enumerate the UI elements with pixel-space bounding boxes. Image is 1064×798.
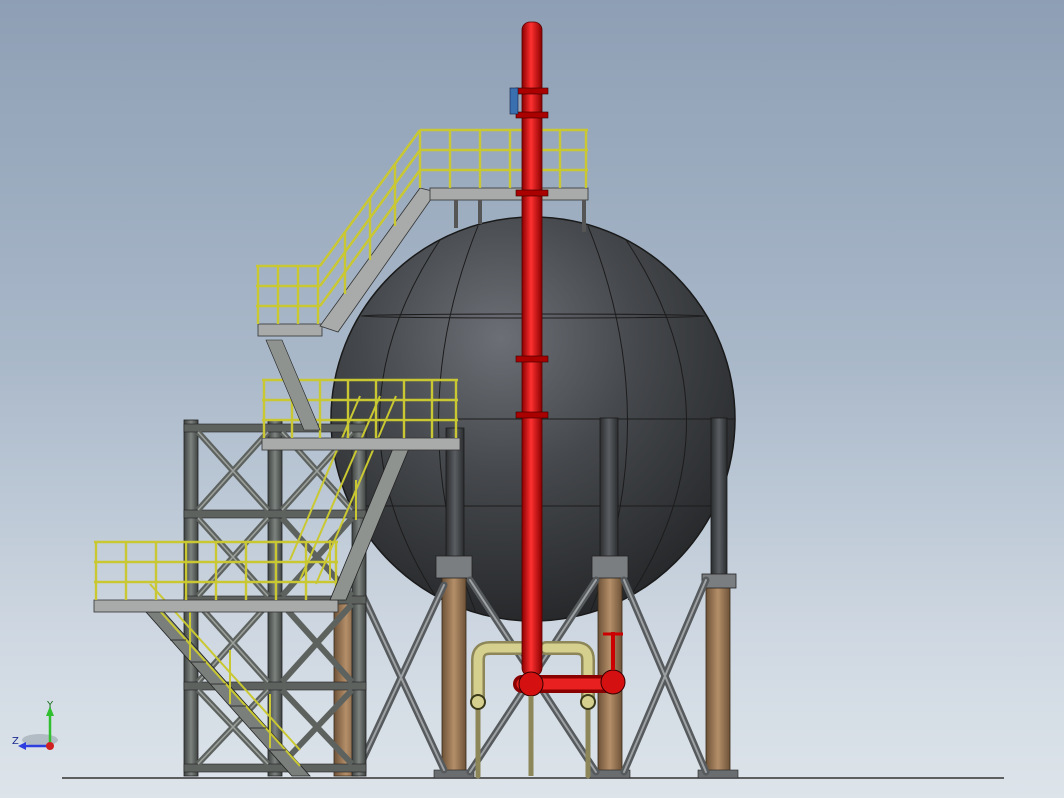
triad-z-label: Z	[12, 736, 19, 747]
cad-viewport[interactable]: Y Z	[0, 0, 1064, 798]
top-platform[interactable]	[418, 128, 589, 232]
triad-y-label: Y	[46, 700, 54, 711]
triad-z-arrow	[18, 742, 26, 750]
triad-x-axis	[46, 742, 54, 750]
axis-triad: Y Z	[12, 700, 58, 750]
upper-landing[interactable]	[256, 264, 323, 337]
